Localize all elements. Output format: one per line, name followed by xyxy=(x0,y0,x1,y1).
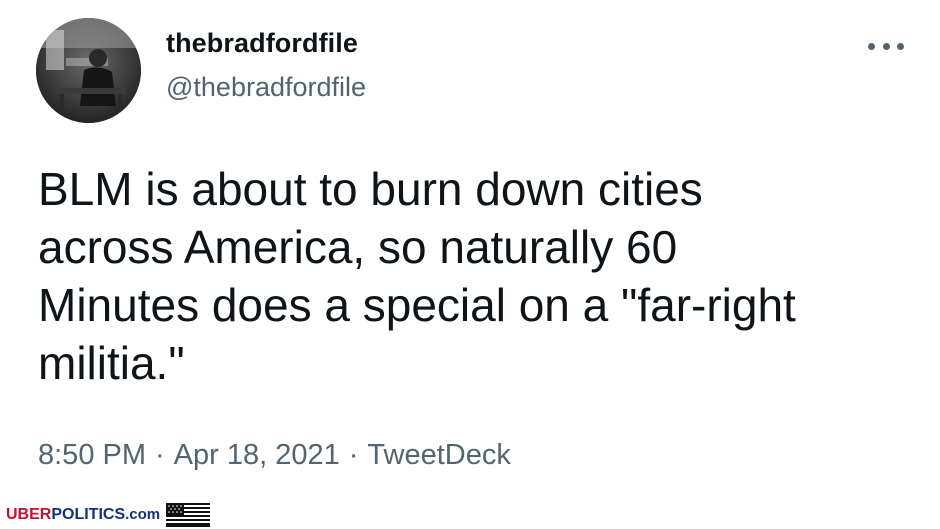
tweet-text-line: across America, so naturally 60 xyxy=(38,221,678,273)
more-options-icon[interactable] xyxy=(868,36,904,56)
tweet-text-line: BLM is about to burn down cities xyxy=(38,163,703,215)
tweet-text-line: Minutes does a special on a "far-right xyxy=(38,279,796,331)
watermark-text: UBERPOLITICS.com xyxy=(6,506,160,524)
watermark: UBERPOLITICS.com xyxy=(6,503,211,527)
user-handle[interactable]: @thebradfordfile xyxy=(166,72,366,103)
meta-separator: · xyxy=(155,439,165,471)
tweet-time[interactable]: 8:50 PM xyxy=(38,439,146,471)
tweet-date[interactable]: Apr 18, 2021 xyxy=(174,439,340,471)
watermark-com: .com xyxy=(125,506,161,523)
tweet-text-line: militia." xyxy=(38,337,185,389)
meta-separator: · xyxy=(348,439,359,471)
profile-photo xyxy=(36,18,141,123)
tweet-source[interactable]: TweetDeck xyxy=(367,439,510,471)
tweet-card: thebradfordfile @thebradfordfile BLM is … xyxy=(0,0,940,529)
more-dot xyxy=(868,42,875,50)
more-dot xyxy=(882,42,890,50)
avatar[interactable] xyxy=(36,18,141,123)
tweet-meta: 8:50 PM · Apr 18, 2021 · TweetDeck xyxy=(38,439,511,472)
watermark-politics: POLITICS xyxy=(51,506,126,523)
watermark-uber: UBER xyxy=(6,506,52,523)
us-flag-icon xyxy=(166,503,211,527)
display-name[interactable]: thebradfordfile xyxy=(166,28,358,59)
more-dot xyxy=(897,42,904,50)
tweet-text: BLM is about to burn down cities across … xyxy=(38,160,908,392)
